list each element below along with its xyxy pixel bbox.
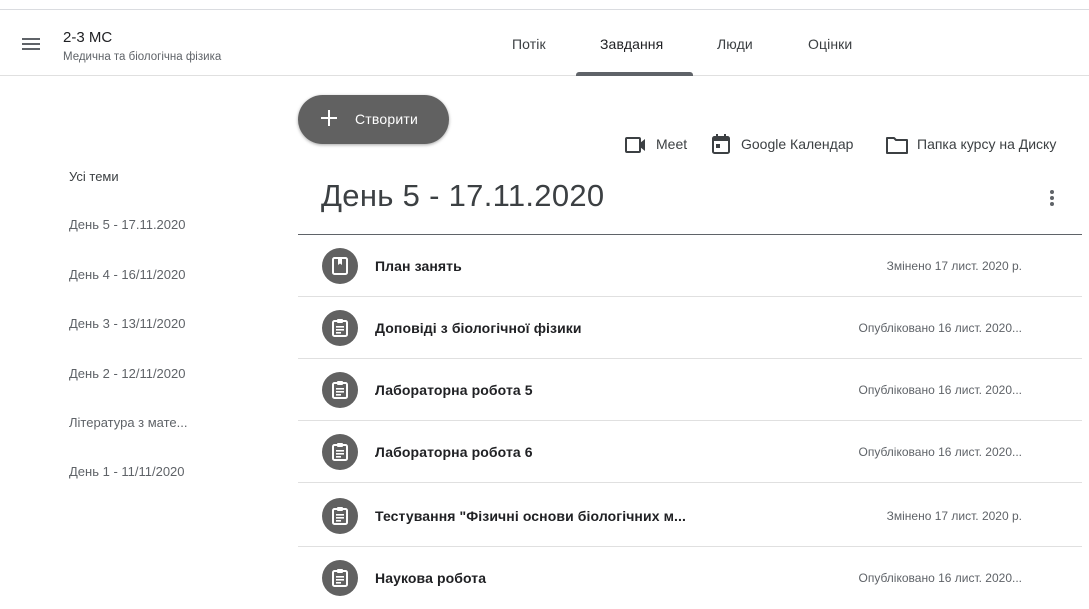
assignment-icon bbox=[322, 498, 358, 534]
meet-link[interactable]: Meet bbox=[656, 136, 687, 152]
item-title: Лабораторна робота 5 bbox=[375, 382, 533, 398]
sidebar-item-day2[interactable]: День 2 - 12/11/2020 bbox=[69, 366, 185, 381]
item-date: Опубліковано 16 лист. 2020... bbox=[858, 321, 1023, 335]
classwork-item[interactable]: Лабораторна робота 6 Опубліковано 16 лис… bbox=[298, 421, 1082, 483]
sidebar-item-day3[interactable]: День 3 - 13/11/2020 bbox=[69, 316, 185, 331]
assignment-icon bbox=[322, 560, 358, 596]
item-date: Опубліковано 16 лист. 2020... bbox=[858, 571, 1023, 585]
tab-grades[interactable]: Оцінки bbox=[808, 36, 852, 52]
sidebar-item-day4[interactable]: День 4 - 16/11/2020 bbox=[69, 267, 185, 282]
google-calendar-link[interactable]: Google Календар bbox=[741, 136, 853, 152]
drive-folder-link[interactable]: Папка курсу на Диску bbox=[917, 136, 1056, 152]
tab-people[interactable]: Люди bbox=[717, 36, 753, 52]
classwork-item[interactable]: Наукова робота Опубліковано 16 лист. 202… bbox=[298, 547, 1082, 609]
assignment-icon bbox=[322, 372, 358, 408]
folder-icon[interactable] bbox=[885, 135, 909, 155]
topic-title: День 5 - 17.11.2020 bbox=[321, 178, 605, 213]
app-header: 2-3 МС Медична та біологічна фізика Поті… bbox=[0, 10, 1089, 76]
main-menu-icon[interactable] bbox=[18, 32, 46, 56]
classwork-item[interactable]: Доповіді з біологічної фізики Опублікова… bbox=[298, 297, 1082, 359]
class-title[interactable]: 2-3 МС bbox=[63, 29, 112, 46]
sidebar-item-all-topics[interactable]: Усі теми bbox=[69, 169, 119, 184]
item-title: Наукова робота bbox=[375, 570, 487, 586]
sidebar-item-literature[interactable]: Література з мате... bbox=[69, 415, 188, 430]
create-button[interactable]: Створити bbox=[298, 95, 449, 144]
item-date: Опубліковано 16 лист. 2020... bbox=[858, 445, 1023, 459]
tab-classwork[interactable]: Завдання bbox=[600, 36, 663, 52]
class-subtitle: Медична та біологічна фізика bbox=[63, 51, 222, 63]
item-date: Опубліковано 16 лист. 2020... bbox=[858, 383, 1023, 397]
classwork-item[interactable]: Тестування "Фізичні основи біологічних м… bbox=[298, 485, 1082, 547]
sidebar-item-day5[interactable]: День 5 - 17.11.2020 bbox=[69, 217, 185, 232]
calendar-icon[interactable] bbox=[711, 133, 731, 155]
item-title: Доповіді з біологічної фізики bbox=[375, 320, 582, 336]
tab-stream[interactable]: Потік bbox=[512, 36, 546, 52]
video-camera-icon[interactable] bbox=[624, 135, 648, 155]
plus-icon bbox=[320, 109, 338, 127]
create-button-label: Створити bbox=[355, 111, 419, 127]
active-tab-indicator bbox=[576, 72, 693, 76]
classwork-item[interactable]: Лабораторна робота 5 Опубліковано 16 лис… bbox=[298, 359, 1082, 421]
assignment-icon bbox=[322, 310, 358, 346]
item-date: Змінено 17 лист. 2020 р. bbox=[886, 509, 1022, 523]
assignment-icon bbox=[322, 434, 358, 470]
item-title: План занять bbox=[375, 258, 462, 274]
more-options-icon[interactable] bbox=[1044, 188, 1060, 208]
sidebar-item-day1[interactable]: День 1 - 11/11/2020 bbox=[69, 464, 185, 479]
material-icon bbox=[322, 248, 358, 284]
item-title: Лабораторна робота 6 bbox=[375, 444, 533, 460]
classwork-item[interactable]: План занять Змінено 17 лист. 2020 р. bbox=[298, 235, 1082, 297]
item-date: Змінено 17 лист. 2020 р. bbox=[886, 259, 1022, 273]
item-title: Тестування "Фізичні основи біологічних м… bbox=[375, 508, 686, 524]
